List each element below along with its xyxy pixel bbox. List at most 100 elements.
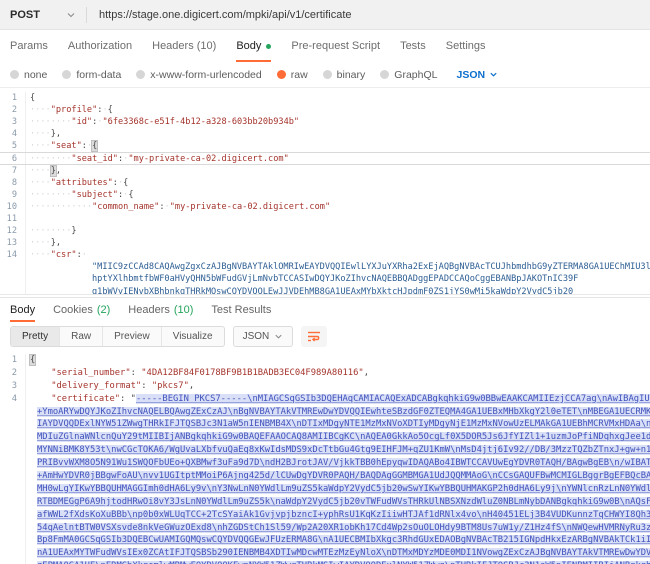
- mode-form-data[interactable]: form-data: [62, 69, 121, 81]
- code-line: "MIIC9zCCAd8CAQAwgZgxCzAJBgNVBAYTAklOMRI…: [0, 261, 650, 273]
- line-number: [0, 273, 26, 285]
- line-number: [0, 418, 26, 431]
- view-visualize[interactable]: Visualize: [162, 327, 224, 346]
- code-line: nA1UEAxMYTWFudWVsIEx0ZCAtIFJTQSBSb290IEN…: [0, 547, 650, 560]
- code-line: +AmHwYDVR0jBBgwFoAU\nvv1UGItptMMoiP6Ajng…: [0, 470, 650, 483]
- code-line: MDIuZGlnaWNlcnQuY29tMIIBIjANBgkqhkiG9w0B…: [0, 431, 650, 444]
- line-number: 4: [0, 128, 26, 140]
- line-number: 3: [0, 116, 26, 128]
- code-line: Bp8FmMA0GCSqGSIb3DQEBCwUAMIGQMQswCQYDVQQ…: [0, 534, 650, 547]
- wrap-text-button[interactable]: [301, 326, 327, 347]
- tab-authorization[interactable]: Authorization: [68, 30, 132, 62]
- code-line: 4 "certificate": "-----BEGIN PKCS7-----\…: [0, 393, 650, 406]
- mode-raw[interactable]: raw: [277, 69, 308, 81]
- line-number: 12: [0, 225, 26, 237]
- url-input[interactable]: [87, 9, 650, 21]
- tab-settings[interactable]: Settings: [446, 30, 486, 62]
- radio-icon: [10, 70, 19, 79]
- wrap-lines-icon: [307, 330, 321, 343]
- api-client-window: POST Params Authorization Headers (10) B…: [0, 0, 650, 564]
- body-has-content-dot: [266, 44, 271, 49]
- line-number: [0, 431, 26, 444]
- radio-icon: [136, 70, 145, 79]
- code-line: 3········"id":·"6fe3368c-e51f-4b12-a328-…: [0, 116, 650, 128]
- line-number: [0, 406, 26, 419]
- code-line: 4····},: [0, 128, 650, 140]
- code-line: PRIBvvWXM8O5N91Wu1SWQOFbUEo+QXBMwf3uFa9d…: [0, 457, 650, 470]
- chevron-down-icon: [274, 332, 283, 341]
- code-line: +YmoARYwDQYJKoZIhvcNAQELBQAwgZExCzAJ\nBg…: [0, 406, 650, 419]
- line-number: [0, 457, 26, 470]
- mode-x-www-form-urlencoded[interactable]: x-www-form-urlencoded: [136, 69, 261, 81]
- code-line: 54qAelntBTW0VSXsvde8nkVeGWuzOExd8\nhZGDS…: [0, 522, 650, 535]
- line-number: [0, 261, 26, 273]
- code-line: 14····"csr":·: [0, 249, 650, 261]
- chevron-down-icon: [66, 10, 76, 20]
- line-number: 10: [0, 201, 26, 213]
- mode-graphql[interactable]: GraphQL: [380, 69, 437, 81]
- line-number: [0, 286, 26, 296]
- tab-body[interactable]: Body: [236, 30, 271, 62]
- line-number: [0, 534, 26, 547]
- code-line: 5····"seat":·{: [0, 140, 650, 152]
- line-number: 5: [0, 140, 26, 152]
- line-number: [0, 547, 26, 560]
- line-number: [0, 483, 26, 496]
- response-tab-body[interactable]: Body: [10, 298, 35, 322]
- radio-selected-icon: [277, 70, 286, 79]
- code-line: 11: [0, 213, 650, 225]
- code-line: zEPMA0GA1UE\nERMGbXkgemlwMRMwEQYDVQQKEwp…: [0, 560, 650, 564]
- chevron-down-icon: [489, 70, 498, 79]
- code-line: RTBDMEGgP6A9hjtodHRwOi8vY3JsLnN0YWdlLm9u…: [0, 496, 650, 509]
- code-line: 9········"subject":·{: [0, 189, 650, 201]
- code-line: 2 "serial_number": "4DA12BF84F0178BF9B1B…: [0, 367, 650, 380]
- method-label: POST: [10, 9, 40, 21]
- response-language-dropdown[interactable]: JSON: [233, 326, 294, 347]
- response-toolbar: Pretty Raw Preview Visualize JSON: [0, 322, 650, 350]
- response-tab-headers[interactable]: Headers(10): [128, 298, 193, 322]
- line-number: [0, 522, 26, 535]
- line-number: [0, 509, 26, 522]
- response-body-editor[interactable]: 1{2 "serial_number": "4DA12BF84F0178BF9B…: [0, 350, 650, 564]
- view-preview[interactable]: Preview: [103, 327, 162, 346]
- code-line: MH0wLgYIKwYBBQUHMAGGImh0dHA6Ly9v\nY3NwLn…: [0, 483, 650, 496]
- view-raw[interactable]: Raw: [60, 327, 103, 346]
- response-tab-test-results[interactable]: Test Results: [211, 298, 271, 322]
- line-number: 13: [0, 237, 26, 249]
- response-view-switcher: Pretty Raw Preview Visualize: [10, 326, 225, 347]
- line-number: 7: [0, 165, 26, 177]
- line-number: 1: [0, 354, 26, 367]
- line-number: 1: [0, 92, 26, 104]
- code-line: g1bWVyIENvbXBhbnkgTHRkMQswCQYDVQQLEwJJVD…: [0, 286, 650, 296]
- tab-headers[interactable]: Headers (10): [152, 30, 216, 62]
- line-number: 6: [0, 153, 26, 163]
- code-line: 6········"seat_id":·"my-private-ca-02.di…: [0, 152, 650, 164]
- method-selector[interactable]: POST: [0, 9, 86, 21]
- line-number: 4: [0, 393, 26, 406]
- code-line: 10············"common_name":·"my-private…: [0, 201, 650, 213]
- mode-binary[interactable]: binary: [323, 69, 366, 81]
- view-pretty[interactable]: Pretty: [11, 327, 60, 346]
- headers-count: (10): [174, 304, 194, 316]
- code-line: 3 "delivery_format": "pkcs7",: [0, 380, 650, 393]
- code-line: afWWL2fXdsKoXuBBb\np0b0xWLUqTCC+2TcSYaiA…: [0, 509, 650, 522]
- radio-icon: [62, 70, 71, 79]
- code-line: IAYDVQQDExlNYW51ZWwgTHRkIFJTQSBJc3N1aW5n…: [0, 418, 650, 431]
- tab-params[interactable]: Params: [10, 30, 48, 62]
- line-number: 3: [0, 380, 26, 393]
- line-number: 2: [0, 104, 26, 116]
- body-mode-row: none form-data x-www-form-urlencoded raw…: [0, 62, 650, 88]
- request-language-dropdown[interactable]: JSON: [456, 69, 498, 81]
- code-line: 1{: [0, 92, 650, 104]
- line-number: 8: [0, 177, 26, 189]
- mode-none[interactable]: none: [10, 69, 47, 81]
- cookies-count: (2): [97, 304, 110, 316]
- tab-tests[interactable]: Tests: [400, 30, 426, 62]
- tab-pre-request-script[interactable]: Pre-request Script: [291, 30, 380, 62]
- code-line: 7····},: [0, 165, 650, 177]
- request-body-editor[interactable]: 1{2····"profile":·{3········"id":·"6fe33…: [0, 88, 650, 295]
- response-tab-cookies[interactable]: Cookies(2): [53, 298, 110, 322]
- response-tabs: Body Cookies(2) Headers(10) Test Results: [0, 297, 650, 322]
- line-number: [0, 560, 26, 564]
- line-number: 11: [0, 213, 26, 225]
